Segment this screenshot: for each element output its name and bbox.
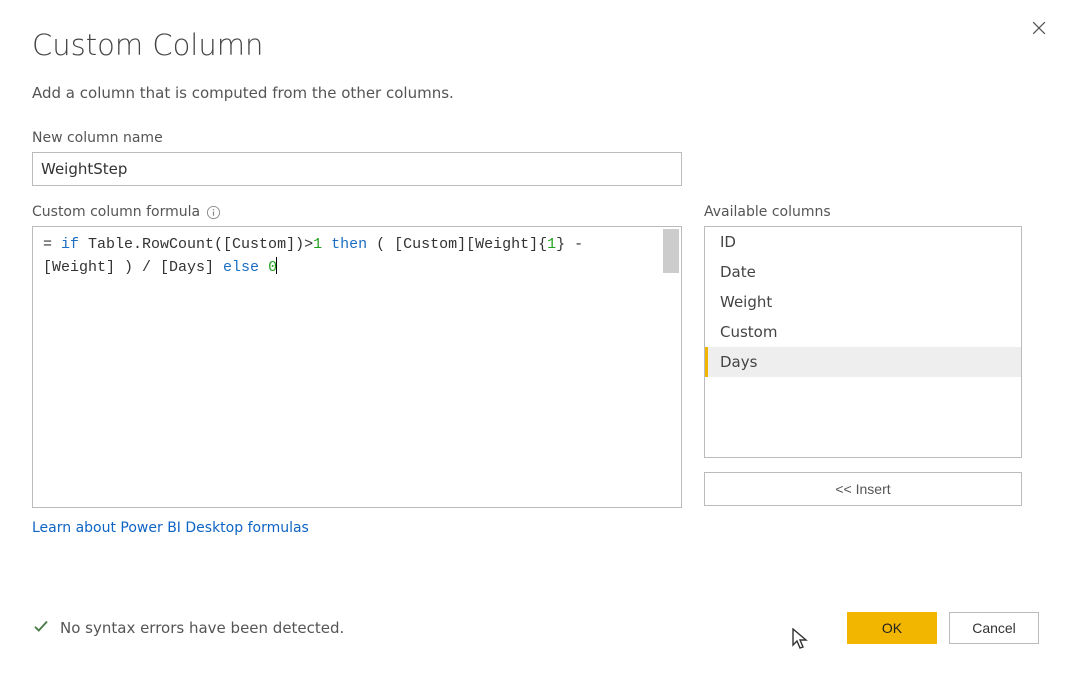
- new-column-name-input[interactable]: [32, 152, 682, 186]
- scrollbar-thumb[interactable]: [663, 229, 679, 273]
- available-column-item[interactable]: Custom: [705, 317, 1021, 347]
- available-column-item[interactable]: Days: [705, 347, 1021, 377]
- available-columns-label: Available columns: [704, 204, 1022, 220]
- available-column-item[interactable]: ID: [705, 227, 1021, 257]
- cancel-button[interactable]: Cancel: [949, 612, 1039, 644]
- formula-editor[interactable]: = if Table.RowCount([Custom])>1 then ( […: [32, 226, 682, 508]
- dialog-subtitle: Add a column that is computed from the o…: [32, 84, 1039, 102]
- close-icon[interactable]: [1029, 18, 1049, 38]
- insert-button[interactable]: << Insert: [704, 472, 1022, 506]
- formula-label: Custom column formula: [32, 204, 682, 220]
- ok-button[interactable]: OK: [847, 612, 937, 644]
- info-icon[interactable]: [206, 205, 221, 220]
- dialog-title: Custom Column: [32, 28, 1039, 62]
- available-columns-list[interactable]: IDDateWeightCustomDays: [704, 226, 1022, 458]
- available-column-item[interactable]: Weight: [705, 287, 1021, 317]
- syntax-status-text: No syntax errors have been detected.: [60, 619, 344, 637]
- text-caret: [276, 257, 277, 274]
- learn-formulas-link[interactable]: Learn about Power BI Desktop formulas: [32, 520, 309, 536]
- formula-label-text: Custom column formula: [32, 204, 200, 220]
- available-column-item[interactable]: Date: [705, 257, 1021, 287]
- checkmark-icon: [32, 617, 50, 639]
- syntax-status: No syntax errors have been detected.: [32, 617, 344, 639]
- new-column-name-label: New column name: [32, 130, 1039, 146]
